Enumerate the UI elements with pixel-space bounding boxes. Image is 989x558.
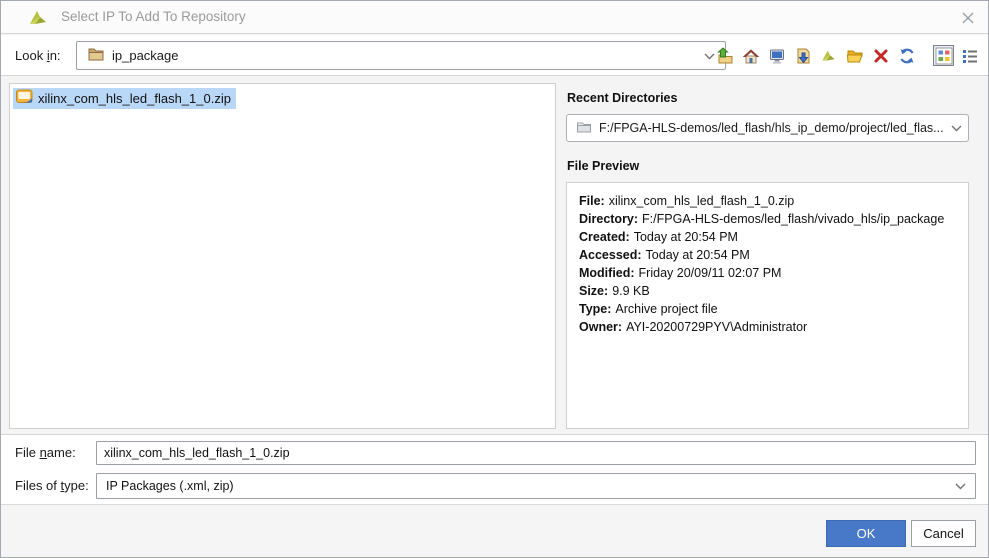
list-view-icon[interactable] [959,45,980,66]
file-preview-heading: File Preview [567,159,639,173]
preview-row: Owner:AYI-20200729PYV\Administrator [579,318,956,336]
desktop-icon[interactable] [766,45,787,66]
preview-row: Created:Today at 20:54 PM [579,228,956,246]
delete-icon[interactable] [870,45,891,66]
footer: OK Cancel [1,504,988,557]
cancel-button[interactable]: Cancel [911,520,976,547]
file-list-panel[interactable]: xilinx_com_hls_led_flash_1_0.zip [9,83,556,429]
preview-row: Modified:Friday 20/09/11 02:07 PM [579,264,956,282]
recent-directories-heading: Recent Directories [567,91,677,105]
file-name-text: xilinx_com_hls_led_flash_1_0.zip [38,91,231,107]
file-preview-panel: File:xilinx_com_hls_led_flash_1_0.zip Di… [566,182,969,429]
vivado-logo-icon [27,8,49,33]
title-bar: Select IP To Add To Repository [1,1,988,34]
refresh-icon[interactable] [896,45,917,66]
preview-row: Type:Archive project file [579,300,956,318]
recent-directory-value: F:/FPGA-HLS-demos/led_flash/hls_ip_demo/… [599,121,944,135]
move-to-folder-icon[interactable] [792,45,813,66]
files-of-type-label: Files of type: [15,473,89,499]
file-name-input[interactable] [96,441,976,465]
look-in-value: ip_package [112,48,179,63]
look-in-row: Look in: ip_package [1,35,988,76]
home-icon[interactable] [740,45,761,66]
file-name-label: File name: [15,441,76,465]
folder-outline-icon [576,120,592,137]
bottom-fields: File name: Files of type: IP Packages (.… [1,434,988,504]
chevron-down-icon [955,479,966,493]
folder-icon [87,46,105,65]
preview-row: Size:9.9 KB [579,282,956,300]
select-ip-dialog: Select IP To Add To Repository Look in: … [0,0,989,558]
xilinx-logo-icon[interactable] [818,45,839,66]
file-list-item-selected[interactable]: xilinx_com_hls_led_flash_1_0.zip [13,88,236,109]
preview-row: Directory:F:/FPGA-HLS-demos/led_flash/vi… [579,210,956,228]
files-of-type-select[interactable]: IP Packages (.xml, zip) [96,473,976,499]
files-of-type-value: IP Packages (.xml, zip) [106,479,234,493]
preview-row: File:xilinx_com_hls_led_flash_1_0.zip [579,192,956,210]
ip-zip-file-icon [16,89,33,108]
chevron-down-icon [951,121,962,135]
up-one-directory-icon[interactable] [714,45,735,66]
look-in-combobox[interactable]: ip_package [76,41,726,70]
file-toolbar [714,40,980,71]
look-in-label: Look in: [15,35,61,76]
recent-directories-combobox[interactable]: F:/FPGA-HLS-demos/led_flash/hls_ip_demo/… [566,114,969,142]
details-view-icon[interactable] [933,45,954,66]
close-icon[interactable] [961,11,975,25]
ok-button[interactable]: OK [826,520,906,547]
dialog-title: Select IP To Add To Repository [61,1,246,33]
preview-row: Accessed:Today at 20:54 PM [579,246,956,264]
create-new-folder-icon[interactable] [844,45,865,66]
